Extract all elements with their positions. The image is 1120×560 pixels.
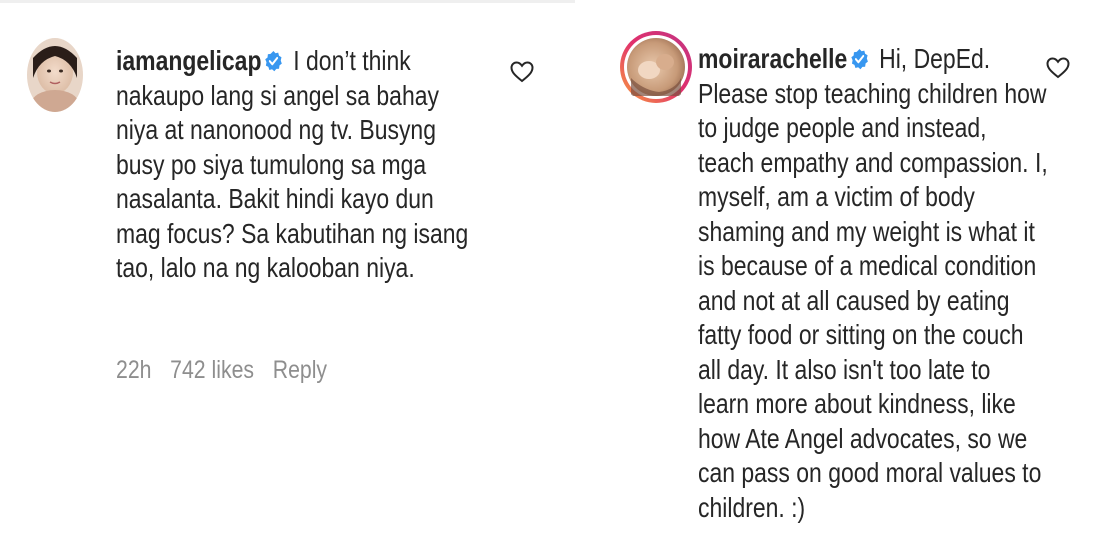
comment-line: Hi, DepEd. <box>872 43 991 74</box>
heart-outline-icon[interactable] <box>510 60 534 84</box>
comment-meta: 22h 742 likes Reply <box>116 356 346 385</box>
username-link[interactable]: moirarachelle <box>698 43 847 74</box>
comment-line: fatty food or sitting on the couch <box>698 319 1024 350</box>
comment-line: learn more about kindness, like <box>698 388 1016 419</box>
comment-line: niya at nanonood ng tv. Busyng <box>116 114 436 145</box>
comment-line: busy po siya tumulong sa mga <box>116 148 427 180</box>
comment-line: nakaupo lang si angel sa bahay <box>116 79 439 111</box>
comment-card-right: moirarachelle Hi, DepEd. Please stop tea… <box>575 0 1120 560</box>
reply-button[interactable]: Reply <box>273 356 327 384</box>
comment-line: is because of a medical condition <box>698 250 1037 281</box>
likes-count[interactable]: 742 likes <box>170 356 254 384</box>
comment-line: to judge people and instead, <box>698 112 987 143</box>
comment-line: Please stop teaching children how <box>698 77 1047 109</box>
comment-line: teach empathy and compassion. I, <box>698 146 1048 178</box>
comment-body: iamangelicap I don’t think nakaupo lang … <box>116 44 542 286</box>
comment-line: can pass on good moral values to <box>698 457 1042 488</box>
comment-line: children. :) <box>698 491 806 523</box>
comment-line: I don’t think <box>286 45 411 76</box>
comment-line: myself, am a victim of body <box>698 181 975 212</box>
comment-card-left: iamangelicap I don’t think nakaupo lang … <box>0 0 575 560</box>
comment-line: shaming and my weight is what it <box>698 215 1035 247</box>
avatar[interactable] <box>619 30 693 104</box>
comment-line: mag focus? Sa kabutihan ng isang <box>116 217 469 249</box>
avatar[interactable] <box>27 38 83 112</box>
comment-line: tao, lalo na ng kalooban niya. <box>116 252 415 283</box>
comment-line: how Ate Angel advocates, so we <box>698 422 1028 454</box>
heart-outline-icon[interactable] <box>1046 56 1070 80</box>
comment-line: and not at all caused by eating <box>698 284 1010 316</box>
comment-timestamp[interactable]: 22h <box>116 356 151 384</box>
comment-body: moirarachelle Hi, DepEd. Please stop tea… <box>698 42 1092 525</box>
username-link[interactable]: iamangelicap <box>116 45 261 76</box>
divider <box>0 0 575 3</box>
verified-badge-icon <box>265 50 283 72</box>
comment-line: nasalanta. Bakit hindi kayo dun <box>116 183 434 214</box>
comment-line: all day. It also isn't too late to <box>698 353 991 385</box>
verified-badge-icon <box>851 48 869 70</box>
